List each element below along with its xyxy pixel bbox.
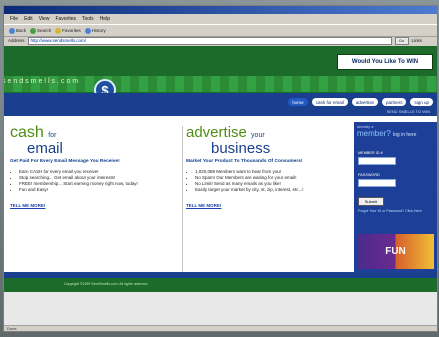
cash-logo-word: cash (10, 124, 44, 141)
address-label: Address (8, 38, 25, 43)
nav-home[interactable]: home (288, 98, 308, 106)
cash-for-email-logo: cash for email (10, 124, 180, 157)
business-benefits-list: 1,020,089 Members want to hear from you!… (195, 169, 346, 193)
site-tagline: SEND SMELLS TO WIN (386, 109, 430, 114)
footer-blue-bar (4, 272, 437, 278)
for-logo-word: for (48, 132, 57, 139)
back-label: Back (16, 28, 27, 33)
member-id-input[interactable] (358, 157, 396, 165)
back-icon (9, 27, 15, 34)
site-footer: Copyright ©1999 SendSmells.com. All righ… (4, 272, 437, 292)
business-tell-me-more-link[interactable]: TELL ME MORE! (186, 203, 221, 208)
address-bar: Address http://www.sendsmells.com/ Go Li… (4, 36, 437, 45)
nav-partners[interactable]: partners (381, 98, 407, 106)
business-headline: Market Your Product To Thousands Of Cons… (186, 159, 303, 164)
business-logo-word: business (211, 140, 271, 157)
history-label: History (91, 28, 106, 33)
cash-for-email-section: cash for email Get Paid For Every Email … (10, 124, 180, 212)
menu-help[interactable]: Help (100, 16, 110, 22)
address-input[interactable]: http://www.sendsmells.com/ (27, 36, 392, 45)
favorites-button[interactable]: Favorites (55, 27, 81, 34)
cash-benefits-list: Earn CASH for every email you receive! S… (19, 169, 180, 193)
win-banner[interactable]: Would You Like To WIN (337, 54, 433, 70)
your-logo-word: your (251, 132, 265, 139)
menu-tools[interactable]: Tools (82, 16, 94, 22)
links-button[interactable]: Links (412, 38, 423, 43)
cash-headline: Get Paid For Every Email Message You Rec… (10, 159, 120, 164)
search-button[interactable]: Search (30, 27, 52, 34)
password-input[interactable] (358, 179, 396, 187)
site-header: Would You Like To WIN sendsmells.com $ h… (4, 46, 437, 116)
menu-bar: File Edit View Favorites Tools Help (4, 15, 437, 23)
password-label: PASSWORD (358, 173, 380, 177)
browser-window: File Edit View Favorites Tools Help Back… (3, 5, 438, 332)
menu-favorites[interactable]: Favorites (55, 16, 76, 22)
member-word: member? (357, 129, 391, 138)
member-id-label: MEMBER ID # (358, 151, 383, 155)
favorites-icon (55, 27, 62, 34)
log-in-here-label: log in here (393, 132, 417, 138)
history-button[interactable]: History (84, 27, 106, 34)
main-content: cash for email Get Paid For Every Email … (4, 118, 437, 298)
cash-benefit: Fun and Easy! (19, 187, 180, 193)
web-page: Would You Like To WIN sendsmells.com $ h… (4, 46, 437, 331)
email-logo-word: email (27, 140, 63, 157)
menu-file[interactable]: File (10, 16, 18, 22)
advertise-business-logo: advertise your business (186, 124, 346, 157)
menu-edit[interactable]: Edit (24, 16, 33, 22)
forgot-id-password-link[interactable]: Forgot Your ID or Password? Click Here (358, 209, 430, 213)
nav-advertise[interactable]: advertise (351, 98, 378, 106)
login-submit-button[interactable]: Submit (358, 197, 384, 206)
title-bar (4, 6, 437, 14)
history-icon (84, 27, 91, 34)
status-bar: Done (4, 325, 437, 331)
search-icon (30, 27, 37, 34)
advertise-business-section: advertise your business Market Your Prod… (186, 124, 346, 212)
search-label: Search (37, 28, 52, 33)
member-login-panel: already a member? log in here MEMBER ID … (354, 122, 437, 277)
menu-view[interactable]: View (39, 16, 50, 22)
cash-tell-me-more-link[interactable]: TELL ME MORE! (10, 203, 45, 208)
nav-sign-up[interactable]: sign up (410, 98, 433, 106)
nav-cash-for-email[interactable]: cash for email (311, 98, 348, 106)
back-button[interactable]: Back (9, 27, 27, 34)
fun-promo-image[interactable]: FUN (357, 234, 434, 269)
site-navbar: home cash for email advertise partners s… (4, 93, 437, 116)
copyright-text: Copyright ©1999 SendSmells.com. All righ… (64, 282, 149, 286)
member-heading: member? log in here (357, 129, 416, 138)
content-divider (182, 126, 183, 276)
favorites-label: Favorites (62, 28, 81, 33)
business-benefit: Easily target your market by city, st, z… (195, 187, 346, 193)
go-button[interactable]: Go (394, 36, 409, 45)
advertise-logo-word: advertise (186, 124, 247, 141)
